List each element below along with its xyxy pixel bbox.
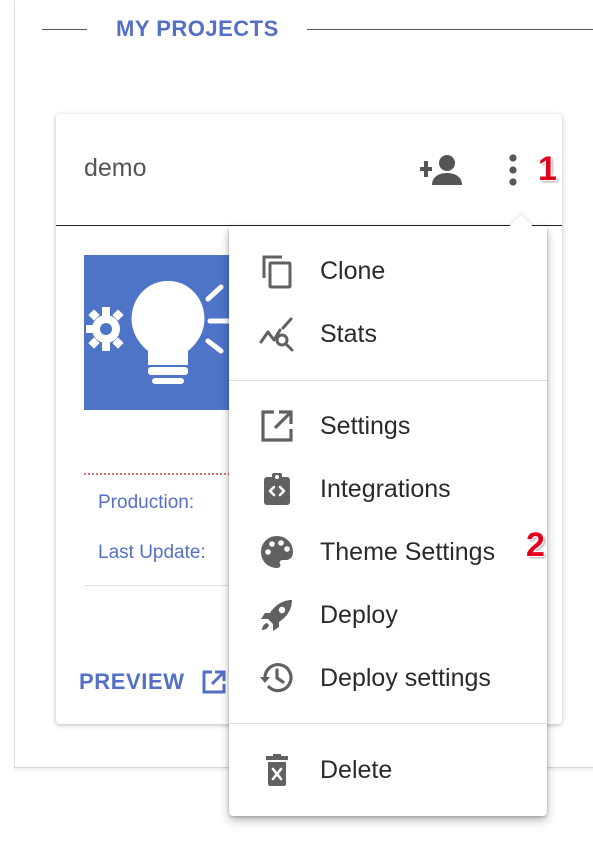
more-vert-icon — [509, 154, 517, 186]
heading-rule-left — [42, 28, 87, 30]
preview-link[interactable]: PREVIEW — [79, 669, 227, 695]
menu-item-label: Delete — [320, 755, 393, 784]
menu-item-clone[interactable]: Clone — [229, 240, 547, 302]
menu-item-deploy-settings[interactable]: Deploy settings — [229, 647, 547, 709]
open-in-new-icon — [202, 670, 226, 694]
code-clipboard-icon — [264, 473, 290, 505]
copy-icon — [262, 255, 292, 289]
heading-rule-right — [306, 28, 593, 30]
section-title: MY PROJECTS — [116, 16, 279, 41]
menu-item-label: Theme Settings — [320, 537, 496, 566]
menu-item-label: Deploy — [320, 600, 398, 629]
rocket-icon — [261, 600, 292, 631]
preview-label: PREVIEW — [79, 669, 185, 694]
last-update-label: Last Update: — [98, 542, 206, 563]
menu-item-stats[interactable]: Stats — [229, 303, 547, 365]
menu-item-settings[interactable]: Settings — [229, 395, 547, 457]
production-label: Production: — [98, 492, 195, 513]
section-heading: MY PROJECTS — [42, 14, 593, 44]
menu-item-label: Integrations — [320, 474, 451, 503]
menu-item-label: Deploy settings — [320, 663, 491, 692]
menu-item-deploy[interactable]: Deploy — [229, 584, 547, 646]
menu-item-label: Clone — [320, 256, 386, 285]
project-actions-menu: Clone Stats Settings Integrations Theme … — [229, 226, 547, 816]
stats-search-icon — [259, 317, 294, 352]
person-add-icon — [420, 155, 462, 185]
annotation-marker-1: 1 — [538, 150, 557, 188]
project-name: demo — [84, 154, 147, 182]
trash-icon — [266, 754, 288, 786]
menu-divider — [229, 723, 547, 724]
card-header: demo 1 — [56, 114, 562, 226]
menu-item-delete[interactable]: Delete — [229, 739, 547, 801]
open-in-new-icon — [261, 410, 293, 442]
history-icon — [260, 663, 293, 693]
palette-icon — [261, 536, 293, 568]
menu-divider — [229, 380, 547, 381]
more-options-button[interactable] — [503, 152, 523, 188]
add-collaborator-button[interactable] — [420, 152, 464, 188]
menu-item-theme-settings[interactable]: Theme Settings — [229, 521, 547, 583]
menu-item-label: Stats — [320, 319, 377, 348]
menu-item-label: Settings — [320, 411, 411, 440]
annotation-marker-2: 2 — [526, 526, 545, 564]
menu-item-integrations[interactable]: Integrations — [229, 458, 547, 520]
